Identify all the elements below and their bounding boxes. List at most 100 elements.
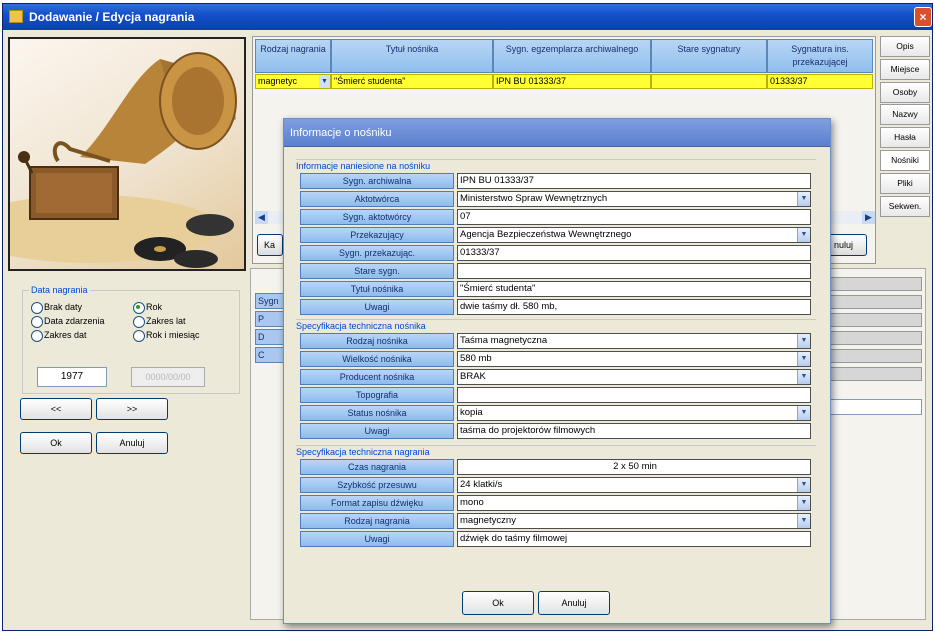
tab-pliki[interactable]: Pliki (880, 172, 930, 194)
chevron-down-icon[interactable]: ▼ (797, 406, 810, 420)
field-input[interactable]: IPN BU 01333/37 (457, 173, 811, 189)
stub-d: D (255, 329, 285, 345)
field-label[interactable]: Szybkość przesuwu (300, 477, 454, 493)
field-combo[interactable]: Ministerstwo Spraw Wewnętrznych ▼ (457, 191, 811, 207)
year-input[interactable]: 1977 (37, 367, 107, 387)
field-input[interactable]: 2 x 50 min (457, 459, 811, 475)
prev-button[interactable]: << (20, 398, 92, 420)
tab-nazwy[interactable]: Nazwy (880, 104, 930, 126)
field-row: Czas nagrania 2 x 50 min (300, 459, 811, 475)
close-icon[interactable]: × (914, 7, 932, 27)
chevron-down-icon[interactable]: ▼ (797, 514, 810, 528)
chevron-down-icon[interactable]: ▼ (797, 334, 810, 348)
radio-zakres-lat[interactable]: Zakres lat (133, 315, 186, 328)
field-label[interactable]: Sygn. archiwalna (300, 173, 454, 189)
field-value: kopia (460, 407, 483, 418)
col-sygnatura-przekazujacej[interactable]: Sygnatura ins. przekazującej (767, 39, 873, 73)
radio-rok[interactable]: Rok (133, 301, 162, 314)
cell-rodzaj[interactable]: magnetyc ▼ (255, 74, 331, 89)
field-label[interactable]: Format zapisu dźwięku (300, 495, 454, 511)
field-label[interactable]: Topografia (300, 387, 454, 403)
grid-cancel-button[interactable]: nuluj (827, 234, 867, 256)
field-combo[interactable]: mono ▼ (457, 495, 811, 511)
field-row: Sygn. archiwalna IPN BU 01333/37 (300, 173, 811, 189)
dialog-ok-button[interactable]: Ok (462, 591, 534, 615)
chevron-down-icon[interactable]: ▼ (797, 496, 810, 510)
chevron-down-icon[interactable]: ▼ (797, 370, 810, 384)
cell-stare[interactable] (651, 74, 767, 89)
field-label[interactable]: Tytuł nośnika (300, 281, 454, 297)
chevron-down-icon[interactable]: ▼ (797, 352, 810, 366)
col-tytul-nosnika[interactable]: Tytuł nośnika (331, 39, 493, 73)
scroll-left-icon[interactable]: ◀ (255, 211, 268, 224)
scroll-right-icon[interactable]: ▶ (862, 211, 875, 224)
field-input[interactable] (457, 387, 811, 403)
field-combo[interactable]: kopia ▼ (457, 405, 811, 421)
field-input[interactable]: "Śmierć studenta" (457, 281, 811, 297)
radio-brak-daty[interactable]: Brak daty (31, 301, 82, 314)
radio-zakres-dat[interactable]: Zakres dat (31, 329, 87, 342)
tab-nosniki[interactable]: Nośniki (880, 149, 930, 171)
field-label[interactable]: Aktotwórca (300, 191, 454, 207)
right-bar (828, 277, 922, 291)
col-rodzaj-nagrania[interactable]: Rodzaj nagrania (255, 39, 331, 73)
right-bar (828, 331, 922, 345)
cancel-button[interactable]: Anuluj (96, 432, 168, 454)
field-combo[interactable]: Agencja Bezpieczeństwa Wewnętrznego ▼ (457, 227, 811, 243)
field-input[interactable]: taśma do projektorów filmowych (457, 423, 811, 439)
field-input[interactable]: dwie taśmy dł. 580 mb, (457, 299, 811, 315)
next-button[interactable]: >> (96, 398, 168, 420)
field-label[interactable]: Przekazujący (300, 227, 454, 243)
field-combo[interactable]: Taśma magnetyczna ▼ (457, 333, 811, 349)
stub-sygn: Sygn (255, 293, 285, 309)
field-combo[interactable]: magnetyczny ▼ (457, 513, 811, 529)
field-label[interactable]: Uwagi (300, 299, 454, 315)
ok-button[interactable]: Ok (20, 432, 92, 454)
field-label[interactable]: Sygn. przekazując. (300, 245, 454, 261)
field-combo[interactable]: BRAK ▼ (457, 369, 811, 385)
right-field[interactable] (828, 399, 922, 415)
field-row: Wielkość nośnika 580 mb ▼ (300, 351, 811, 367)
field-label[interactable]: Wielkość nośnika (300, 351, 454, 367)
field-label[interactable]: Uwagi (300, 423, 454, 439)
chevron-down-icon[interactable]: ▼ (797, 192, 810, 206)
field-label[interactable]: Sygn. aktotwórcy (300, 209, 454, 225)
field-label[interactable]: Czas nagrania (300, 459, 454, 475)
field-label[interactable]: Stare sygn. (300, 263, 454, 279)
tab-hasla[interactable]: Hasła (880, 127, 930, 149)
field-input[interactable]: dźwięk do taśmy filmowej (457, 531, 811, 547)
tab-miejsce[interactable]: Miejsce (880, 58, 930, 80)
grid-left-button[interactable]: Ka (257, 234, 283, 256)
field-row: Rodzaj nagrania magnetyczny ▼ (300, 513, 811, 529)
date-input-disabled: 0000/00/00 (131, 367, 205, 387)
chevron-down-icon[interactable]: ▼ (797, 478, 810, 492)
field-row: Uwagi taśma do projektorów filmowych (300, 423, 811, 439)
field-label[interactable]: Rodzaj nagrania (300, 513, 454, 529)
col-sygn-egzemplarza[interactable]: Sygn. egzemplarza archiwalnego (493, 39, 651, 73)
chevron-down-icon[interactable]: ▼ (319, 75, 330, 88)
field-input[interactable] (457, 263, 811, 279)
dialog-cancel-button[interactable]: Anuluj (538, 591, 610, 615)
field-label[interactable]: Uwagi (300, 531, 454, 547)
title-bar: Dodawanie / Edycja nagrania × (3, 4, 932, 30)
field-label[interactable]: Rodzaj nośnika (300, 333, 454, 349)
field-input[interactable]: 01333/37 (457, 245, 811, 261)
field-input[interactable]: 07 (457, 209, 811, 225)
field-combo[interactable]: 580 mb ▼ (457, 351, 811, 367)
cell-sygnatura[interactable]: 01333/37 (767, 74, 873, 89)
table-row[interactable]: magnetyc ▼ "Śmierć studenta" IPN BU 0133… (255, 74, 873, 89)
radio-data-zdarzenia[interactable]: Data zdarzenia (31, 315, 105, 328)
field-value: mono (460, 497, 484, 508)
field-label[interactable]: Status nośnika (300, 405, 454, 421)
field-label[interactable]: Producent nośnika (300, 369, 454, 385)
chevron-down-icon[interactable]: ▼ (797, 228, 810, 242)
tab-opis[interactable]: Opis (880, 36, 930, 57)
col-stare-sygnatury[interactable]: Stare sygnatury (651, 39, 767, 73)
cell-tytul[interactable]: "Śmierć studenta" (331, 74, 493, 89)
field-combo[interactable]: 24 klatki/s ▼ (457, 477, 811, 493)
tab-osoby[interactable]: Osoby (880, 81, 930, 103)
field-row: Status nośnika kopia ▼ (300, 405, 811, 421)
tab-sekwencje[interactable]: Sekwen. (880, 195, 930, 217)
radio-rok-i-miesiac[interactable]: Rok i miesiąc (133, 329, 200, 342)
cell-sygn[interactable]: IPN BU 01333/37 (493, 74, 651, 89)
